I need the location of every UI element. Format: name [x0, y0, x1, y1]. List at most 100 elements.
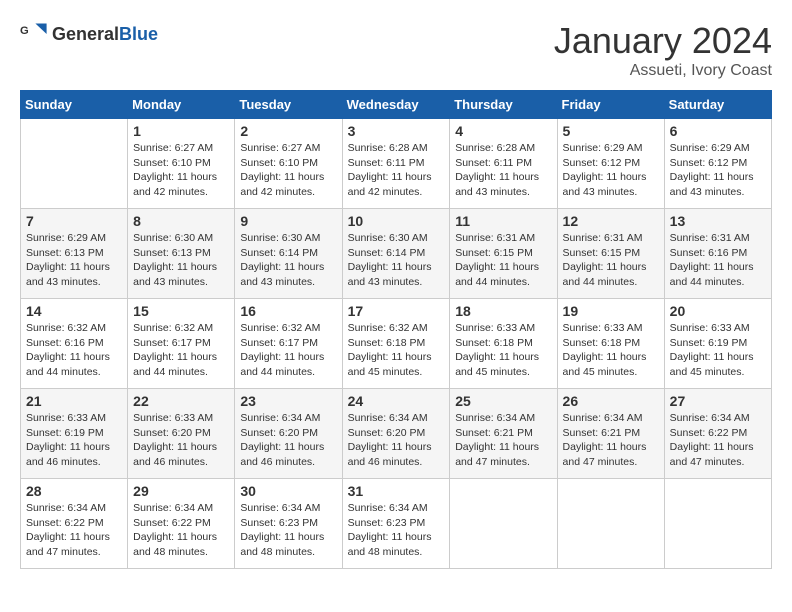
calendar-cell: 15 Sunrise: 6:32 AM Sunset: 6:17 PM Dayli…: [128, 299, 235, 389]
day-info: Sunrise: 6:31 AM Sunset: 6:15 PM Dayligh…: [455, 231, 551, 290]
day-number: 3: [348, 123, 445, 139]
header-day-monday: Monday: [128, 91, 235, 119]
day-info: Sunrise: 6:33 AM Sunset: 6:18 PM Dayligh…: [455, 321, 551, 380]
day-number: 2: [240, 123, 336, 139]
calendar-week-3: 14Sunrise: 6:32 AM Sunset: 6:16 PM Dayli…: [21, 299, 772, 389]
logo: G GeneralBlue: [20, 20, 158, 48]
day-info: Sunrise: 6:33 AM Sunset: 6:19 PM Dayligh…: [670, 321, 766, 380]
day-number: 19: [563, 303, 659, 319]
day-info: Sunrise: 6:29 AM Sunset: 6:12 PM Dayligh…: [563, 141, 659, 200]
day-number: 12: [563, 213, 659, 229]
calendar-cell: 24 Sunrise: 6:34 AM Sunset: 6:20 PM Dayli…: [342, 389, 450, 479]
calendar-cell: 22 Sunrise: 6:33 AM Sunset: 6:20 PM Dayli…: [128, 389, 235, 479]
day-info: Sunrise: 6:28 AM Sunset: 6:11 PM Dayligh…: [455, 141, 551, 200]
header-day-tuesday: Tuesday: [235, 91, 342, 119]
day-info: Sunrise: 6:30 AM Sunset: 6:14 PM Dayligh…: [348, 231, 445, 290]
calendar-cell: 6 Sunrise: 6:29 AM Sunset: 6:12 PM Daylig…: [664, 119, 771, 209]
day-number: 25: [455, 393, 551, 409]
day-number: 11: [455, 213, 551, 229]
day-number: 6: [670, 123, 766, 139]
day-number: 26: [563, 393, 659, 409]
calendar-cell: 19Sunrise: 6:33 AM Sunset: 6:18 PM Dayli…: [557, 299, 664, 389]
calendar-cell: [557, 479, 664, 569]
day-number: 31: [348, 483, 445, 499]
day-number: 22: [133, 393, 229, 409]
calendar-cell: [450, 479, 557, 569]
day-info: Sunrise: 6:28 AM Sunset: 6:11 PM Dayligh…: [348, 141, 445, 200]
page-header: G GeneralBlue January 2024 Assueti, Ivor…: [20, 20, 772, 80]
calendar-cell: 3 Sunrise: 6:28 AM Sunset: 6:11 PM Daylig…: [342, 119, 450, 209]
day-number: 17: [348, 303, 445, 319]
calendar-cell: 27Sunrise: 6:34 AM Sunset: 6:22 PM Dayli…: [664, 389, 771, 479]
calendar-week-1: 1 Sunrise: 6:27 AM Sunset: 6:10 PM Daylig…: [21, 119, 772, 209]
calendar-cell: 4Sunrise: 6:28 AM Sunset: 6:11 PM Daylig…: [450, 119, 557, 209]
calendar-week-4: 21Sunrise: 6:33 AM Sunset: 6:19 PM Dayli…: [21, 389, 772, 479]
calendar-cell: 7Sunrise: 6:29 AM Sunset: 6:13 PM Daylig…: [21, 209, 128, 299]
calendar-week-5: 28 Sunrise: 6:34 AM Sunset: 6:22 PM Dayli…: [21, 479, 772, 569]
day-info: Sunrise: 6:33 AM Sunset: 6:20 PM Dayligh…: [133, 411, 229, 470]
location-title: Assueti, Ivory Coast: [554, 62, 772, 80]
header-day-wednesday: Wednesday: [342, 91, 450, 119]
day-info: Sunrise: 6:34 AM Sunset: 6:20 PM Dayligh…: [240, 411, 336, 470]
day-number: 29: [133, 483, 229, 499]
calendar-cell: [664, 479, 771, 569]
day-number: 18: [455, 303, 551, 319]
day-number: 9: [240, 213, 336, 229]
calendar-cell: 23 Sunrise: 6:34 AM Sunset: 6:20 PM Dayli…: [235, 389, 342, 479]
calendar-cell: 30 Sunrise: 6:34 AM Sunset: 6:23 PM Dayli…: [235, 479, 342, 569]
day-info: Sunrise: 6:31 AM Sunset: 6:16 PM Dayligh…: [670, 231, 766, 290]
day-info: Sunrise: 6:32 AM Sunset: 6:17 PM Dayligh…: [133, 321, 229, 380]
svg-text:G: G: [20, 25, 29, 37]
calendar-cell: 26 Sunrise: 6:34 AM Sunset: 6:21 PM Dayli…: [557, 389, 664, 479]
day-number: 8: [133, 213, 229, 229]
day-number: 23: [240, 393, 336, 409]
day-info: Sunrise: 6:34 AM Sunset: 6:20 PM Dayligh…: [348, 411, 445, 470]
calendar-cell: 25 Sunrise: 6:34 AM Sunset: 6:21 PM Dayli…: [450, 389, 557, 479]
day-number: 16: [240, 303, 336, 319]
calendar-cell: 29 Sunrise: 6:34 AM Sunset: 6:22 PM Dayli…: [128, 479, 235, 569]
calendar-cell: 12 Sunrise: 6:31 AM Sunset: 6:15 PM Dayli…: [557, 209, 664, 299]
day-info: Sunrise: 6:34 AM Sunset: 6:22 PM Dayligh…: [133, 501, 229, 560]
day-info: Sunrise: 6:27 AM Sunset: 6:10 PM Dayligh…: [133, 141, 229, 200]
logo-general: General: [52, 24, 119, 44]
calendar-week-2: 7Sunrise: 6:29 AM Sunset: 6:13 PM Daylig…: [21, 209, 772, 299]
day-info: Sunrise: 6:30 AM Sunset: 6:13 PM Dayligh…: [133, 231, 229, 290]
header-day-sunday: Sunday: [21, 91, 128, 119]
day-info: Sunrise: 6:34 AM Sunset: 6:23 PM Dayligh…: [240, 501, 336, 560]
calendar-cell: [21, 119, 128, 209]
day-info: Sunrise: 6:34 AM Sunset: 6:21 PM Dayligh…: [455, 411, 551, 470]
logo-icon: G: [20, 20, 48, 48]
day-number: 1: [133, 123, 229, 139]
calendar-cell: 14Sunrise: 6:32 AM Sunset: 6:16 PM Dayli…: [21, 299, 128, 389]
day-info: Sunrise: 6:31 AM Sunset: 6:15 PM Dayligh…: [563, 231, 659, 290]
day-number: 30: [240, 483, 336, 499]
calendar-cell: 11 Sunrise: 6:31 AM Sunset: 6:15 PM Dayli…: [450, 209, 557, 299]
calendar-cell: 20 Sunrise: 6:33 AM Sunset: 6:19 PM Dayli…: [664, 299, 771, 389]
day-info: Sunrise: 6:30 AM Sunset: 6:14 PM Dayligh…: [240, 231, 336, 290]
month-title: January 2024: [554, 20, 772, 62]
calendar-cell: 5Sunrise: 6:29 AM Sunset: 6:12 PM Daylig…: [557, 119, 664, 209]
logo-blue: Blue: [119, 24, 158, 44]
calendar-cell: 17 Sunrise: 6:32 AM Sunset: 6:18 PM Dayli…: [342, 299, 450, 389]
day-number: 28: [26, 483, 122, 499]
day-number: 24: [348, 393, 445, 409]
header-day-saturday: Saturday: [664, 91, 771, 119]
calendar-header-row: SundayMondayTuesdayWednesdayThursdayFrid…: [21, 91, 772, 119]
calendar-cell: 28 Sunrise: 6:34 AM Sunset: 6:22 PM Dayli…: [21, 479, 128, 569]
day-number: 20: [670, 303, 766, 319]
day-number: 14: [26, 303, 122, 319]
calendar-cell: 13 Sunrise: 6:31 AM Sunset: 6:16 PM Dayli…: [664, 209, 771, 299]
calendar-cell: 10Sunrise: 6:30 AM Sunset: 6:14 PM Dayli…: [342, 209, 450, 299]
day-info: Sunrise: 6:34 AM Sunset: 6:21 PM Dayligh…: [563, 411, 659, 470]
day-info: Sunrise: 6:34 AM Sunset: 6:22 PM Dayligh…: [26, 501, 122, 560]
day-number: 13: [670, 213, 766, 229]
day-number: 15: [133, 303, 229, 319]
day-number: 7: [26, 213, 122, 229]
day-info: Sunrise: 6:33 AM Sunset: 6:19 PM Dayligh…: [26, 411, 122, 470]
day-number: 27: [670, 393, 766, 409]
day-info: Sunrise: 6:32 AM Sunset: 6:18 PM Dayligh…: [348, 321, 445, 380]
day-info: Sunrise: 6:29 AM Sunset: 6:12 PM Dayligh…: [670, 141, 766, 200]
calendar-cell: 2Sunrise: 6:27 AM Sunset: 6:10 PM Daylig…: [235, 119, 342, 209]
calendar-cell: 21Sunrise: 6:33 AM Sunset: 6:19 PM Dayli…: [21, 389, 128, 479]
calendar-cell: 18 Sunrise: 6:33 AM Sunset: 6:18 PM Dayli…: [450, 299, 557, 389]
